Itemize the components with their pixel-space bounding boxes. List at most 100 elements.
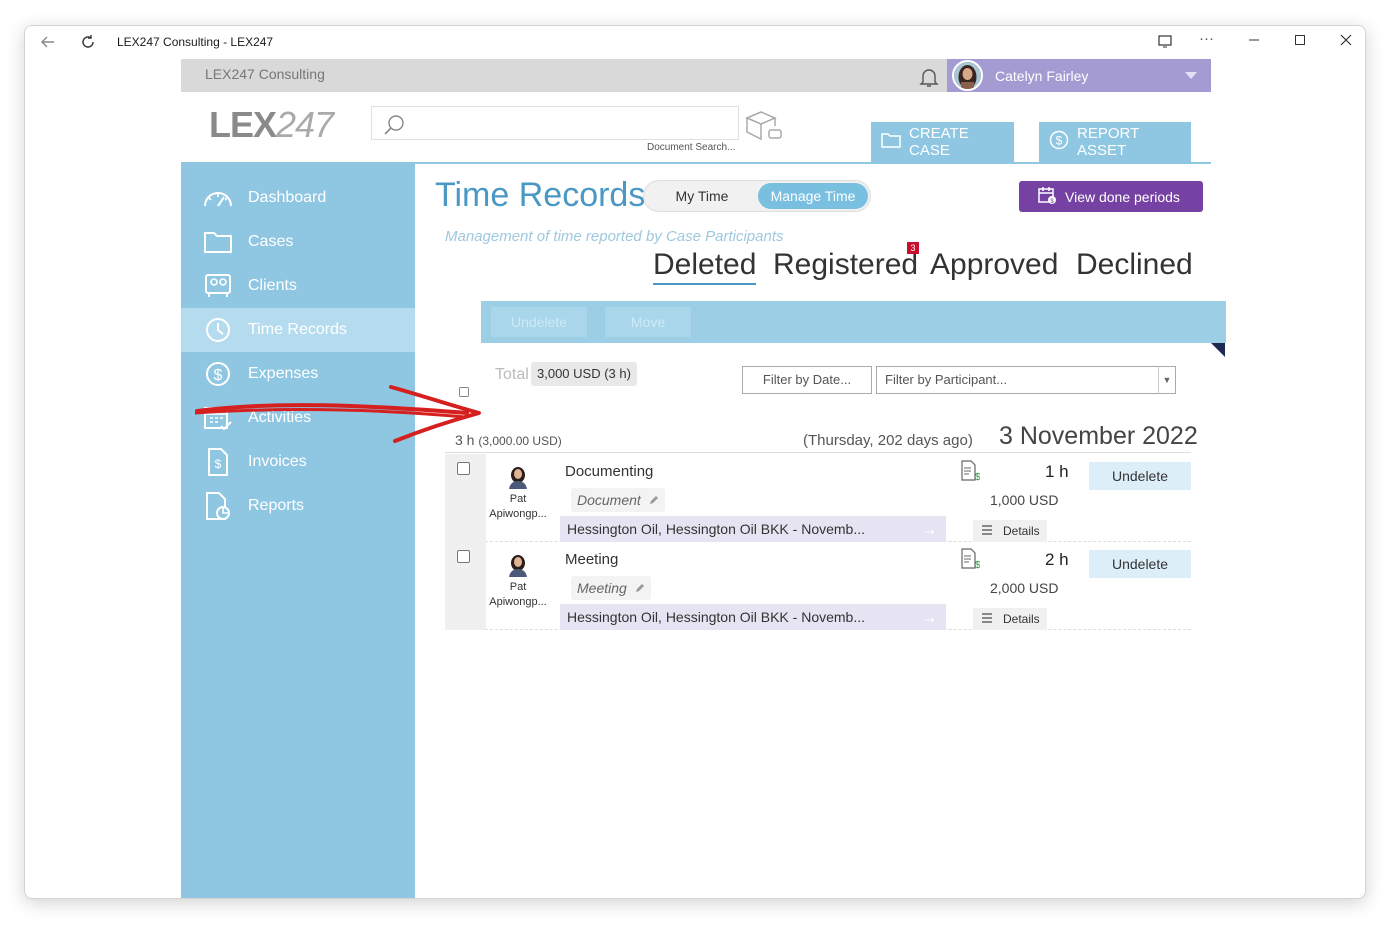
- folder-icon: [200, 227, 236, 257]
- chevron-down-icon[interactable]: [1185, 72, 1197, 79]
- firm-name: LEX247 Consulting: [205, 66, 325, 82]
- svg-text:$: $: [215, 457, 222, 471]
- sidebar-item-expenses[interactable]: $ Expenses: [181, 352, 415, 396]
- my-time-option[interactable]: My Time: [648, 183, 756, 209]
- user-menu[interactable]: Catelyn Fairley: [947, 59, 1211, 92]
- invoice-icon: $: [200, 447, 236, 477]
- pencil-icon: [635, 576, 645, 600]
- back-icon[interactable]: [39, 33, 57, 56]
- bell-icon[interactable]: [917, 65, 941, 94]
- undelete-button[interactable]: Undelete: [1089, 462, 1191, 490]
- view-done-periods-button[interactable]: $ View done periods: [1019, 181, 1203, 212]
- create-case-button[interactable]: CREATE CASE: [871, 122, 1014, 162]
- entry-amount: 1,000 USD: [990, 492, 1059, 508]
- calendar-icon: $: [1037, 185, 1057, 208]
- dollar-circle-icon: $: [1049, 130, 1069, 154]
- participant-name: Pat Apiwongp...: [489, 581, 547, 608]
- dashboard-icon: [200, 183, 236, 213]
- clock-icon: [200, 315, 236, 345]
- manage-time-option[interactable]: Manage Time: [758, 183, 868, 209]
- sidebar-item-invoices[interactable]: $ Invoices: [181, 440, 415, 484]
- activity-tag[interactable]: Document: [571, 488, 665, 512]
- undelete-selected-button[interactable]: Undelete: [491, 307, 587, 337]
- details-button[interactable]: Details: [973, 520, 1047, 542]
- day-summary: 3 h (3,000.00 USD): [455, 432, 562, 448]
- sidebar-item-reports[interactable]: Reports: [181, 484, 415, 528]
- window-title: LEX247 Consulting - LEX247: [117, 35, 274, 49]
- main-panel: Time Records My Time Manage Time $ View …: [415, 164, 1226, 898]
- clients-icon: [200, 271, 236, 301]
- user-name: Catelyn Fairley: [995, 68, 1089, 84]
- billable-document-icon: $: [960, 548, 981, 575]
- list-item: Pat Apiwongp... Meeting Meeting Hessingto…: [445, 542, 1191, 630]
- filter-by-date[interactable]: Filter by Date...: [742, 366, 872, 394]
- arrow-right-icon: →: [920, 519, 938, 539]
- svg-text:$: $: [975, 560, 980, 570]
- menu-icon: [981, 612, 993, 626]
- sidebar-item-cases[interactable]: Cases: [181, 220, 415, 264]
- activity-tag[interactable]: Meeting: [571, 576, 651, 600]
- sidebar-item-activities[interactable]: Activities: [181, 396, 415, 440]
- entry-title: Documenting: [565, 463, 654, 480]
- time-scope-toggle: My Time Manage Time: [643, 180, 871, 212]
- maximize-icon[interactable]: [1293, 33, 1307, 52]
- entry-hours: 1 h: [1045, 462, 1069, 481]
- box-search-icon[interactable]: [743, 108, 785, 149]
- undelete-button[interactable]: Undelete: [1089, 550, 1191, 578]
- tab-declined[interactable]: Declined: [1076, 248, 1193, 282]
- details-button[interactable]: Details: [973, 608, 1047, 630]
- move-button[interactable]: Move: [605, 307, 691, 337]
- refresh-icon[interactable]: [79, 33, 97, 56]
- row-checkbox[interactable]: [457, 550, 470, 563]
- window-titlebar: LEX247 Consulting - LEX247 ···: [25, 26, 1365, 59]
- more-icon[interactable]: ···: [1199, 30, 1214, 48]
- avatar: [505, 551, 531, 577]
- search-input[interactable]: [371, 106, 739, 140]
- entry-amount: 2,000 USD: [990, 580, 1059, 596]
- registered-count-badge: 3: [907, 242, 919, 254]
- tab-approved[interactable]: Approved: [930, 248, 1058, 282]
- billable-document-icon: $: [960, 460, 981, 487]
- cast-icon[interactable]: [1157, 33, 1173, 54]
- chevron-down-icon[interactable]: ▼: [1158, 367, 1175, 393]
- day-info: (Thursday, 202 days ago): [803, 432, 973, 449]
- tab-deleted[interactable]: Deleted: [653, 248, 757, 285]
- list-item: Pat Apiwongp... Documenting Document Hess…: [445, 454, 1191, 542]
- logo[interactable]: LEX247: [209, 104, 334, 146]
- page-title: Time Records: [435, 176, 646, 214]
- app-window: LEX247 Consulting - LEX247 ··· LEX247 Co…: [24, 25, 1366, 899]
- corner-decoration: [1211, 343, 1225, 357]
- app-content: LEX247 Consulting Catelyn Fairley LEX247…: [181, 59, 1226, 898]
- select-all-checkbox[interactable]: [459, 387, 469, 397]
- row-checkbox[interactable]: [457, 462, 470, 475]
- svg-text:$: $: [214, 367, 223, 384]
- search-caption: Document Search...: [647, 142, 736, 153]
- tab-registered[interactable]: Registered: [773, 248, 918, 282]
- menu-icon: [981, 524, 993, 538]
- dollar-circle-icon: $: [200, 359, 236, 389]
- report-icon: [200, 491, 236, 521]
- case-link[interactable]: Hessington Oil, Hessington Oil BKK - Nov…: [560, 604, 946, 630]
- svg-text:$: $: [975, 472, 980, 482]
- sidebar-item-time-records[interactable]: Time Records: [181, 308, 415, 352]
- sidebar-item-dashboard[interactable]: Dashboard: [181, 176, 415, 220]
- filter-by-participant[interactable]: Filter by Participant... ▼: [876, 366, 1176, 394]
- close-icon[interactable]: [1339, 33, 1353, 52]
- entry-title: Meeting: [565, 551, 619, 568]
- folder-icon: [881, 132, 901, 152]
- sidebar-item-clients[interactable]: Clients: [181, 264, 415, 308]
- pencil-icon: [649, 488, 659, 512]
- top-bar: LEX247 Consulting Catelyn Fairley: [181, 59, 1211, 92]
- action-bar: Undelete Move: [481, 301, 1226, 343]
- calendar-check-icon: [200, 403, 236, 433]
- svg-text:$: $: [1056, 134, 1063, 148]
- avatar: [505, 463, 531, 489]
- case-link[interactable]: Hessington Oil, Hessington Oil BKK - Nov…: [560, 516, 946, 542]
- header: LEX247 Document Search... CREATE CASE $ …: [181, 92, 1211, 164]
- arrow-right-icon: →: [920, 607, 938, 627]
- total-label: Total: [495, 366, 529, 383]
- search-icon: [382, 112, 408, 143]
- sidebar: Dashboard Cases Clients Time Records $ E…: [181, 164, 415, 898]
- report-asset-button[interactable]: $ REPORT ASSET: [1039, 122, 1191, 162]
- minimize-icon[interactable]: [1247, 33, 1261, 52]
